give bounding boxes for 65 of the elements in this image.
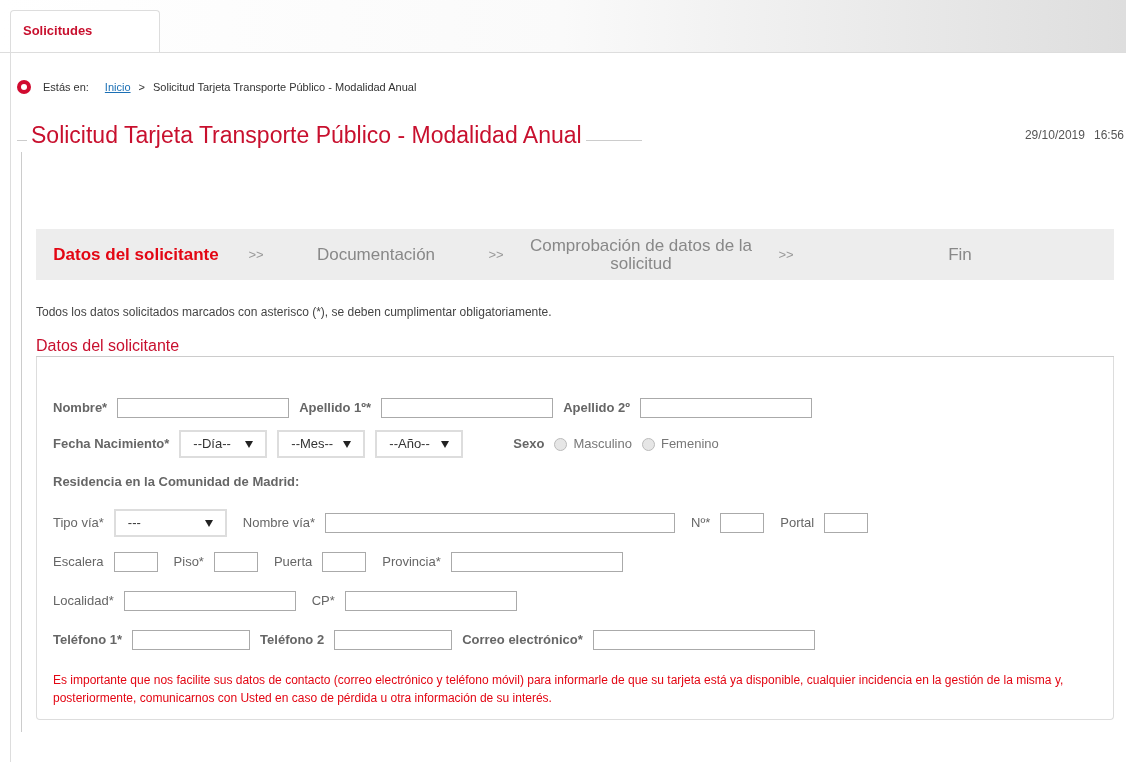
field-label: Correo electrónico* — [462, 631, 583, 650]
step: Documentación — [276, 245, 476, 264]
subsection-heading: Residencia en la Comunidad de Madrid: — [53, 473, 300, 492]
breadcrumb-current: Solicitud Tarjeta Transporte Público - Modalidad Anual — [153, 80, 417, 95]
input-field[interactable] — [113, 552, 158, 572]
field-label: Apellido 2º — [563, 399, 630, 418]
step: Comprobación de datos de la solicitud — [516, 236, 766, 273]
dropdown[interactable]: --Año-- — [375, 430, 464, 458]
caret-icon — [441, 440, 450, 448]
input-field[interactable] — [132, 630, 251, 650]
field-label: Piso* — [173, 553, 204, 572]
date-text: 29/10/2019 — [1024, 126, 1085, 144]
input-field[interactable] — [824, 513, 869, 533]
tab[interactable]: Solicitudes — [10, 10, 160, 52]
input-field[interactable] — [592, 630, 815, 650]
field-label: Nombre* — [53, 399, 108, 418]
radio-button[interactable] — [641, 437, 655, 451]
field-label: CP* — [311, 592, 335, 611]
step: Fin — [806, 245, 1114, 264]
radio-label: Masculino — [573, 435, 632, 454]
field-label: Provincia* — [382, 553, 441, 572]
field-label: Teléfono 1* — [53, 631, 123, 650]
field-label: Puerta — [273, 553, 313, 572]
input-field[interactable] — [720, 513, 765, 533]
field-label: Sexo — [513, 435, 545, 454]
input-field[interactable] — [322, 552, 367, 572]
field-label: Portal — [780, 514, 815, 533]
field-label: Tipo vía* — [53, 514, 104, 533]
input-field[interactable] — [325, 513, 676, 533]
input-field[interactable] — [344, 591, 517, 611]
step-separator: >> — [487, 245, 505, 264]
input-field[interactable] — [123, 591, 296, 611]
step-separator: >> — [247, 245, 265, 264]
page-title: Solicitud Tarjeta Transporte Público - Modalidad Anual — [30, 120, 583, 150]
input-field[interactable] — [213, 552, 258, 572]
dropdown[interactable]: --- — [113, 509, 227, 537]
field-label: Fecha Nacimiento* — [53, 435, 170, 454]
required-note: Todos los datos solicitados marcados con asterisco (*), se deben cumplimentar obligatoriamente. — [36, 304, 553, 321]
input-field[interactable] — [450, 552, 623, 572]
field-label: Apellido 1º* — [299, 399, 372, 418]
time-text: 16:56 — [1093, 126, 1124, 144]
input-field[interactable] — [640, 398, 812, 418]
input-field[interactable] — [117, 398, 290, 418]
field-label: Escalera — [53, 553, 104, 572]
input-field[interactable] — [381, 398, 554, 418]
caret-icon — [204, 519, 213, 527]
input-field[interactable] — [334, 630, 453, 650]
section-title: Datos del solicitante — [36, 336, 1114, 357]
radio-button[interactable] — [554, 437, 568, 451]
dropdown[interactable]: --Día-- — [179, 430, 268, 458]
field-label: Nombre vía* — [242, 514, 316, 533]
caret-icon — [245, 440, 254, 448]
location-icon — [17, 80, 31, 95]
dropdown[interactable]: --Mes-- — [277, 430, 366, 458]
step: Datos del solicitante — [36, 245, 236, 264]
radio-label: Femenino — [660, 435, 719, 454]
contact-note: Es importante que nos facilite sus datos de contacto (correo electrónico y teléfono móvil) para informarle de que su tarjeta está ya disponible, cualquier incidencia en la gestión de la misma y, posteriormente, comunicarnos con Usted en caso de pérdida u otra información de su interés. — [53, 672, 1065, 707]
field-label: Nº* — [691, 514, 711, 533]
field-label: Localidad* — [53, 592, 114, 611]
breadcrumb-link[interactable]: Inicio — [104, 79, 131, 96]
breadcrumb-separator: > — [138, 80, 145, 95]
step-separator: >> — [777, 245, 795, 264]
field-label: Teléfono 2 — [260, 631, 325, 650]
breadcrumb-label: Estás en: — [43, 80, 89, 95]
caret-icon — [343, 440, 352, 448]
